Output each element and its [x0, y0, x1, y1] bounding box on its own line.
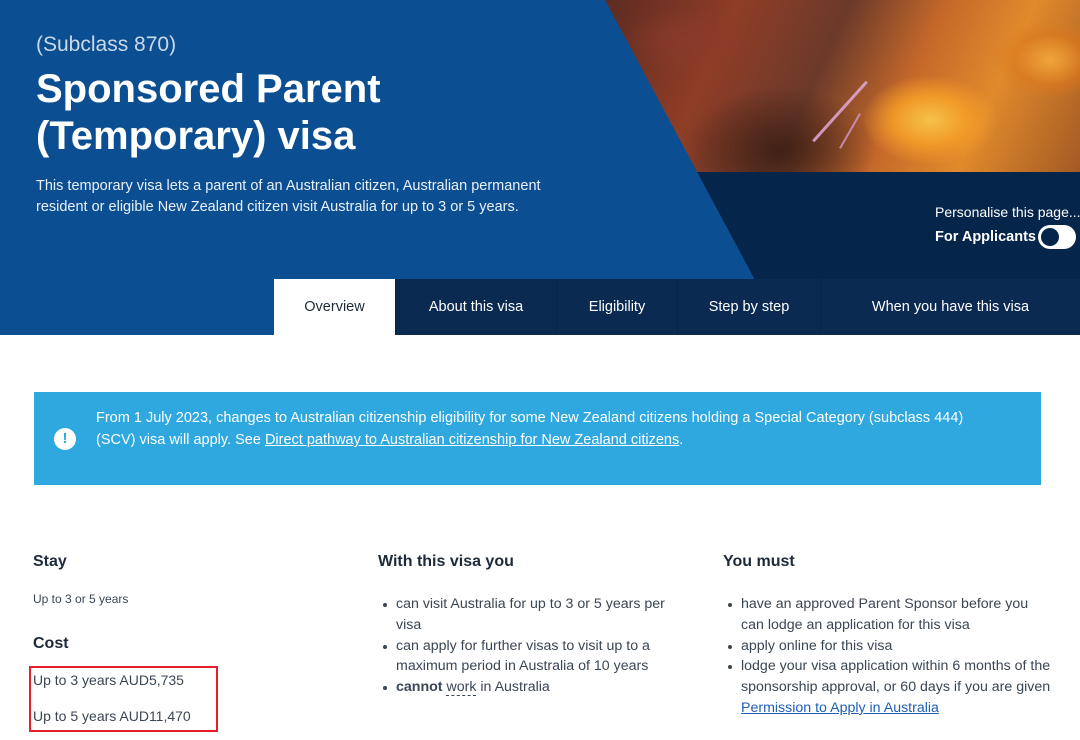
- list-item: have an approved Parent Sponsor before y…: [723, 594, 1053, 636]
- cost-5-years: Up to 5 years AUD11,470: [33, 708, 191, 724]
- personalise-label: Personalise this page...: [935, 204, 1080, 220]
- list-item: apply online for this visa: [723, 636, 1053, 657]
- list-item: lodge your visa application within 6 mon…: [723, 656, 1053, 718]
- cost-heading: Cost: [33, 635, 69, 652]
- cost-3-years: Up to 3 years AUD5,735: [33, 672, 184, 688]
- nz-citizenship-link[interactable]: Direct pathway to Australian citizenship…: [265, 432, 679, 448]
- with-visa-heading: With this visa you: [378, 553, 514, 570]
- list-item: can apply for further visas to visit up …: [378, 636, 678, 678]
- tab-eligibility[interactable]: Eligibility: [557, 279, 678, 335]
- hero-banner: (Subclass 870) Sponsored Parent (Tempora…: [0, 0, 1080, 335]
- audience-label: For Applicants: [935, 229, 1036, 245]
- list-item: can visit Australia for up to 3 or 5 yea…: [378, 594, 678, 636]
- tab-when-you-have-this-visa[interactable]: When you have this visa: [821, 279, 1080, 335]
- you-must-heading: You must: [723, 553, 795, 570]
- audience-toggle[interactable]: [1038, 225, 1076, 249]
- visa-subclass: (Subclass 870): [36, 33, 177, 56]
- alert-message: From 1 July 2023, changes to Australian …: [96, 410, 964, 448]
- stay-heading: Stay: [33, 553, 67, 570]
- work-definition-term[interactable]: work: [446, 679, 477, 697]
- visa-tabs: Overview About this visa Eligibility Ste…: [274, 279, 1080, 335]
- with-visa-list: can visit Australia for up to 3 or 5 yea…: [378, 594, 678, 698]
- list-item: cannot work in Australia: [378, 677, 678, 698]
- you-must-list: have an approved Parent Sponsor before y…: [723, 594, 1053, 719]
- tab-step-by-step[interactable]: Step by step: [678, 279, 821, 335]
- page-title: Sponsored Parent (Temporary) visa: [36, 67, 381, 158]
- permission-to-apply-link[interactable]: Permission to Apply in Australia: [741, 700, 939, 716]
- tab-about-this-visa[interactable]: About this visa: [396, 279, 557, 335]
- exclamation-icon: !: [54, 428, 76, 450]
- visa-description: This temporary visa lets a parent of an …: [36, 178, 541, 215]
- tab-overview[interactable]: Overview: [274, 279, 396, 335]
- toggle-knob: [1041, 228, 1059, 246]
- citizenship-alert: ! From 1 July 2023, changes to Australia…: [34, 392, 1041, 485]
- stay-value: Up to 3 or 5 years: [33, 592, 129, 606]
